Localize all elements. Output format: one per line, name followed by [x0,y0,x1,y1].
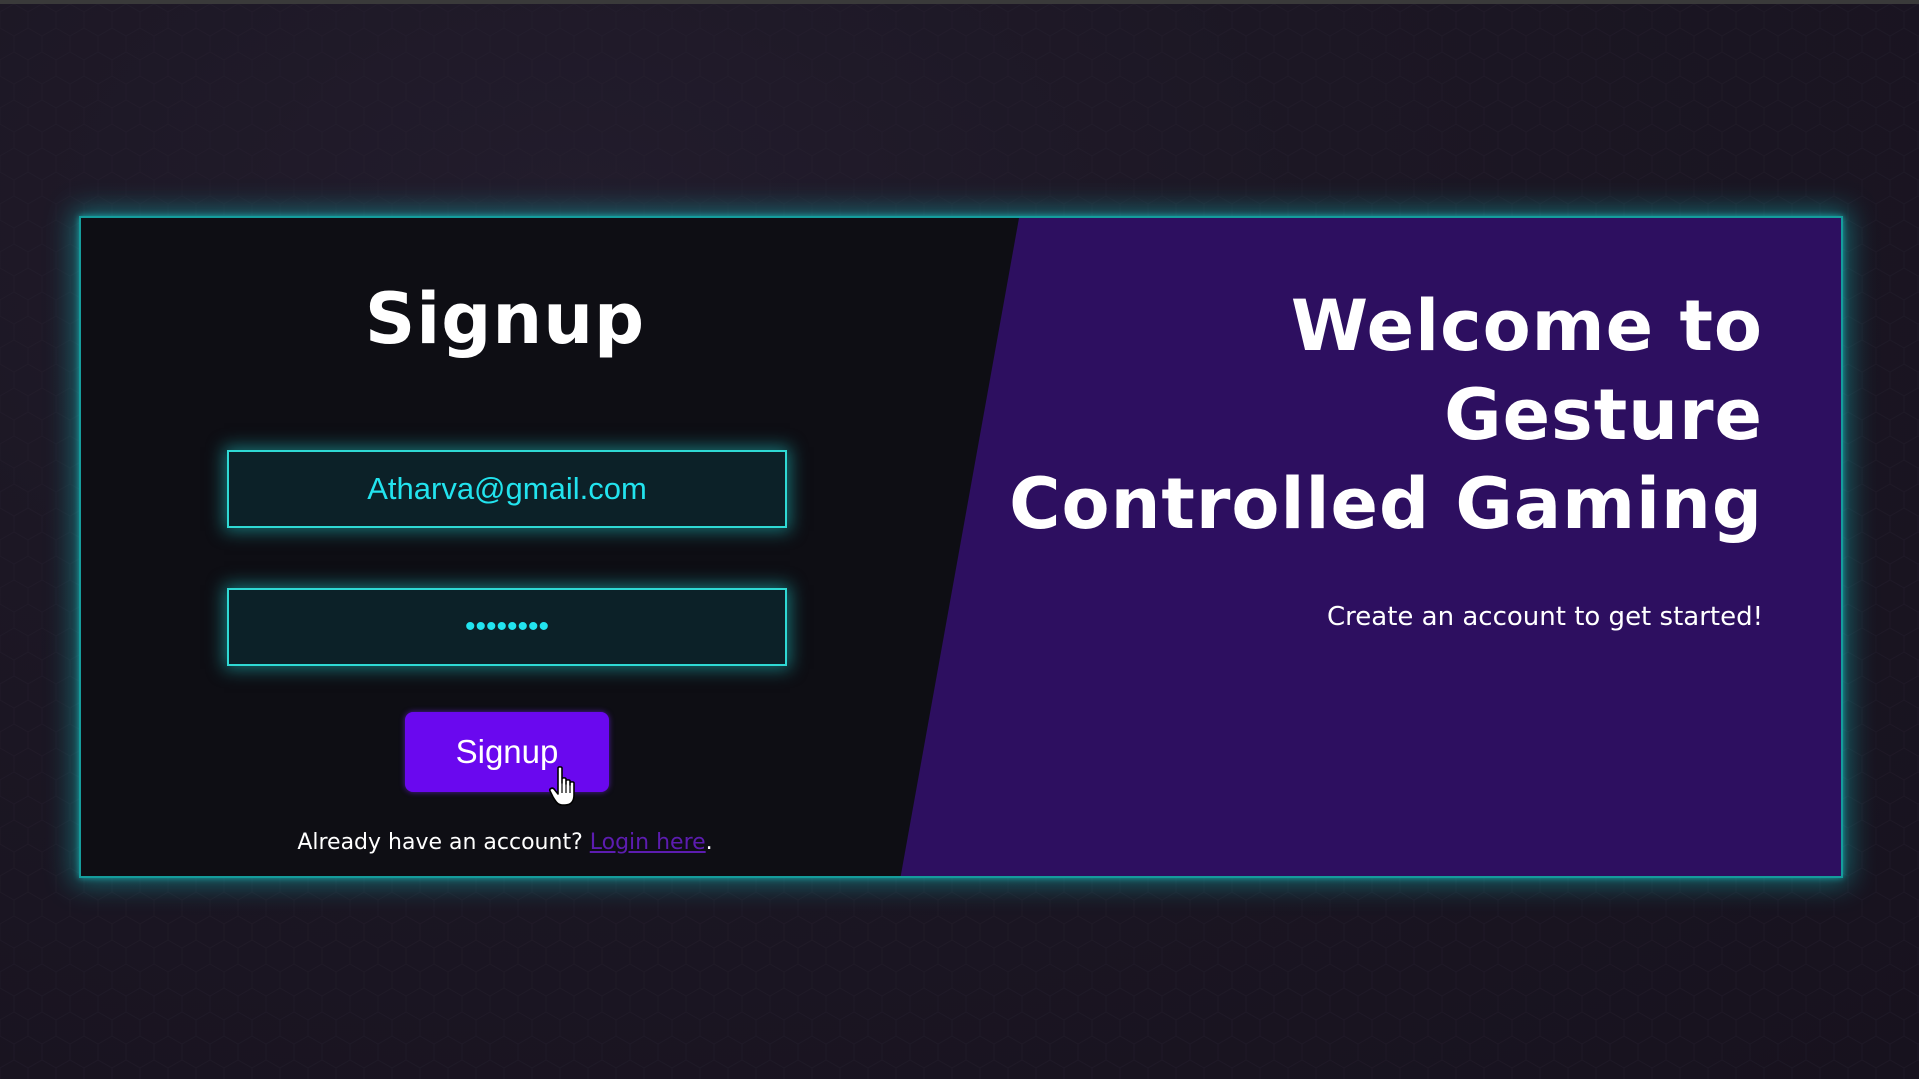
email-value: Atharva@gmail.com [367,471,647,506]
signup-heading: Signup [364,278,646,360]
password-field[interactable]: •••••••• [227,588,787,666]
welcome-heading-line-3: Controlled Gaming [1009,463,1763,545]
welcome-heading-line-1: Welcome to [1290,285,1763,367]
signup-card: Signup Atharva@gmail.com •••••••• Signup… [79,216,1843,878]
welcome-subtitle: Create an account to get started! [1327,602,1763,632]
login-link[interactable]: Login here [590,830,706,855]
login-prompt-text: Already have an account? [297,830,590,855]
email-field[interactable]: Atharva@gmail.com [227,450,787,528]
welcome-heading-line-2: Gesture [1444,374,1763,456]
welcome-heading: Welcome to Gesture Controlled Gaming [943,282,1763,549]
login-prompt: Already have an account? Login here. [165,830,845,855]
password-value: •••••••• [464,610,550,643]
hand-pointer-icon [549,766,575,806]
login-prompt-suffix: . [705,830,713,855]
